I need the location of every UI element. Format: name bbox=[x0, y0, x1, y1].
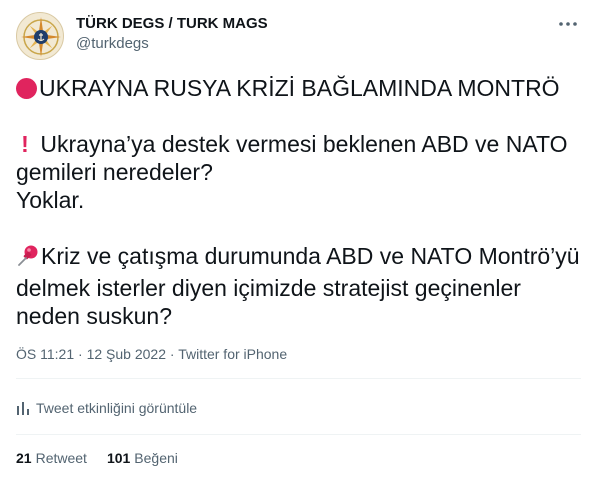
tweet-paragraph-3: Kriz ve çatışma durumunda ABD ve NATO Mo… bbox=[16, 242, 581, 330]
like-count: 101 bbox=[106, 450, 131, 466]
retweet-label: Retweet bbox=[35, 450, 87, 466]
exclamation-icon: ! bbox=[21, 131, 29, 157]
view-activity-label: Tweet etkinliğini görüntüle bbox=[36, 400, 198, 416]
like-count-link[interactable]: 101 Beğeni bbox=[107, 450, 178, 466]
tweet-header: TÜRK DEGS / TURK MAGS @turkdegs bbox=[16, 12, 581, 60]
compass-logo-icon bbox=[21, 17, 61, 57]
tweet-headline: UKRAYNA RUSYA KRİZİ BAĞLAMINDA MONTRÖ bbox=[39, 75, 560, 101]
more-dots-icon bbox=[559, 22, 577, 26]
tweet-date[interactable]: 12 Şub 2022 bbox=[87, 346, 166, 362]
red-circle-icon bbox=[16, 78, 37, 99]
meta-separator: · bbox=[165, 346, 179, 362]
retweet-count-link[interactable]: 21 Retweet bbox=[16, 450, 87, 466]
more-options-button[interactable] bbox=[555, 14, 581, 34]
view-tweet-activity-link[interactable]: Tweet etkinliğini görüntüle bbox=[16, 398, 197, 418]
bar-chart-icon bbox=[17, 402, 29, 415]
tweet-line: gemileri neredeler? bbox=[16, 159, 213, 185]
tweet-line: Yoklar. bbox=[16, 187, 85, 213]
tweet-time[interactable]: ÖS 11:21 bbox=[16, 346, 74, 362]
divider bbox=[16, 434, 581, 435]
like-label: Beğeni bbox=[134, 450, 178, 466]
tweet-line: Kriz ve çatışma durumunda ABD ve NATO Mo… bbox=[41, 243, 580, 269]
tweet-paragraph-2: ! Ukrayna’ya destek vermesi beklenen ABD… bbox=[16, 130, 581, 214]
tweet-paragraph-1: UKRAYNA RUSYA KRİZİ BAĞLAMINDA MONTRÖ bbox=[16, 74, 581, 102]
divider bbox=[16, 378, 581, 379]
meta-separator: · bbox=[74, 346, 87, 362]
tweet-stats: 21 Retweet 101 Beğeni bbox=[16, 450, 178, 466]
pushpin-icon bbox=[16, 244, 40, 274]
tweet-text: UKRAYNA RUSYA KRİZİ BAĞLAMINDA MONTRÖ ! … bbox=[16, 74, 581, 330]
tweet-line: neden suskun? bbox=[16, 303, 173, 329]
author-display-name[interactable]: TÜRK DEGS / TURK MAGS bbox=[76, 14, 268, 34]
author-names: TÜRK DEGS / TURK MAGS @turkdegs bbox=[76, 14, 268, 54]
author-handle[interactable]: @turkdegs bbox=[76, 34, 268, 54]
tweet-source-link[interactable]: Twitter for iPhone bbox=[178, 346, 287, 362]
tweet-meta: ÖS 11:21 · 12 Şub 2022 · Twitter for iPh… bbox=[16, 345, 287, 363]
tweet-line: delmek isterler diyen içimizde stratejis… bbox=[16, 275, 521, 301]
tweet-line: Ukrayna’ya destek vermesi beklenen ABD v… bbox=[34, 131, 568, 157]
avatar[interactable] bbox=[16, 12, 64, 60]
retweet-count: 21 bbox=[16, 450, 32, 466]
